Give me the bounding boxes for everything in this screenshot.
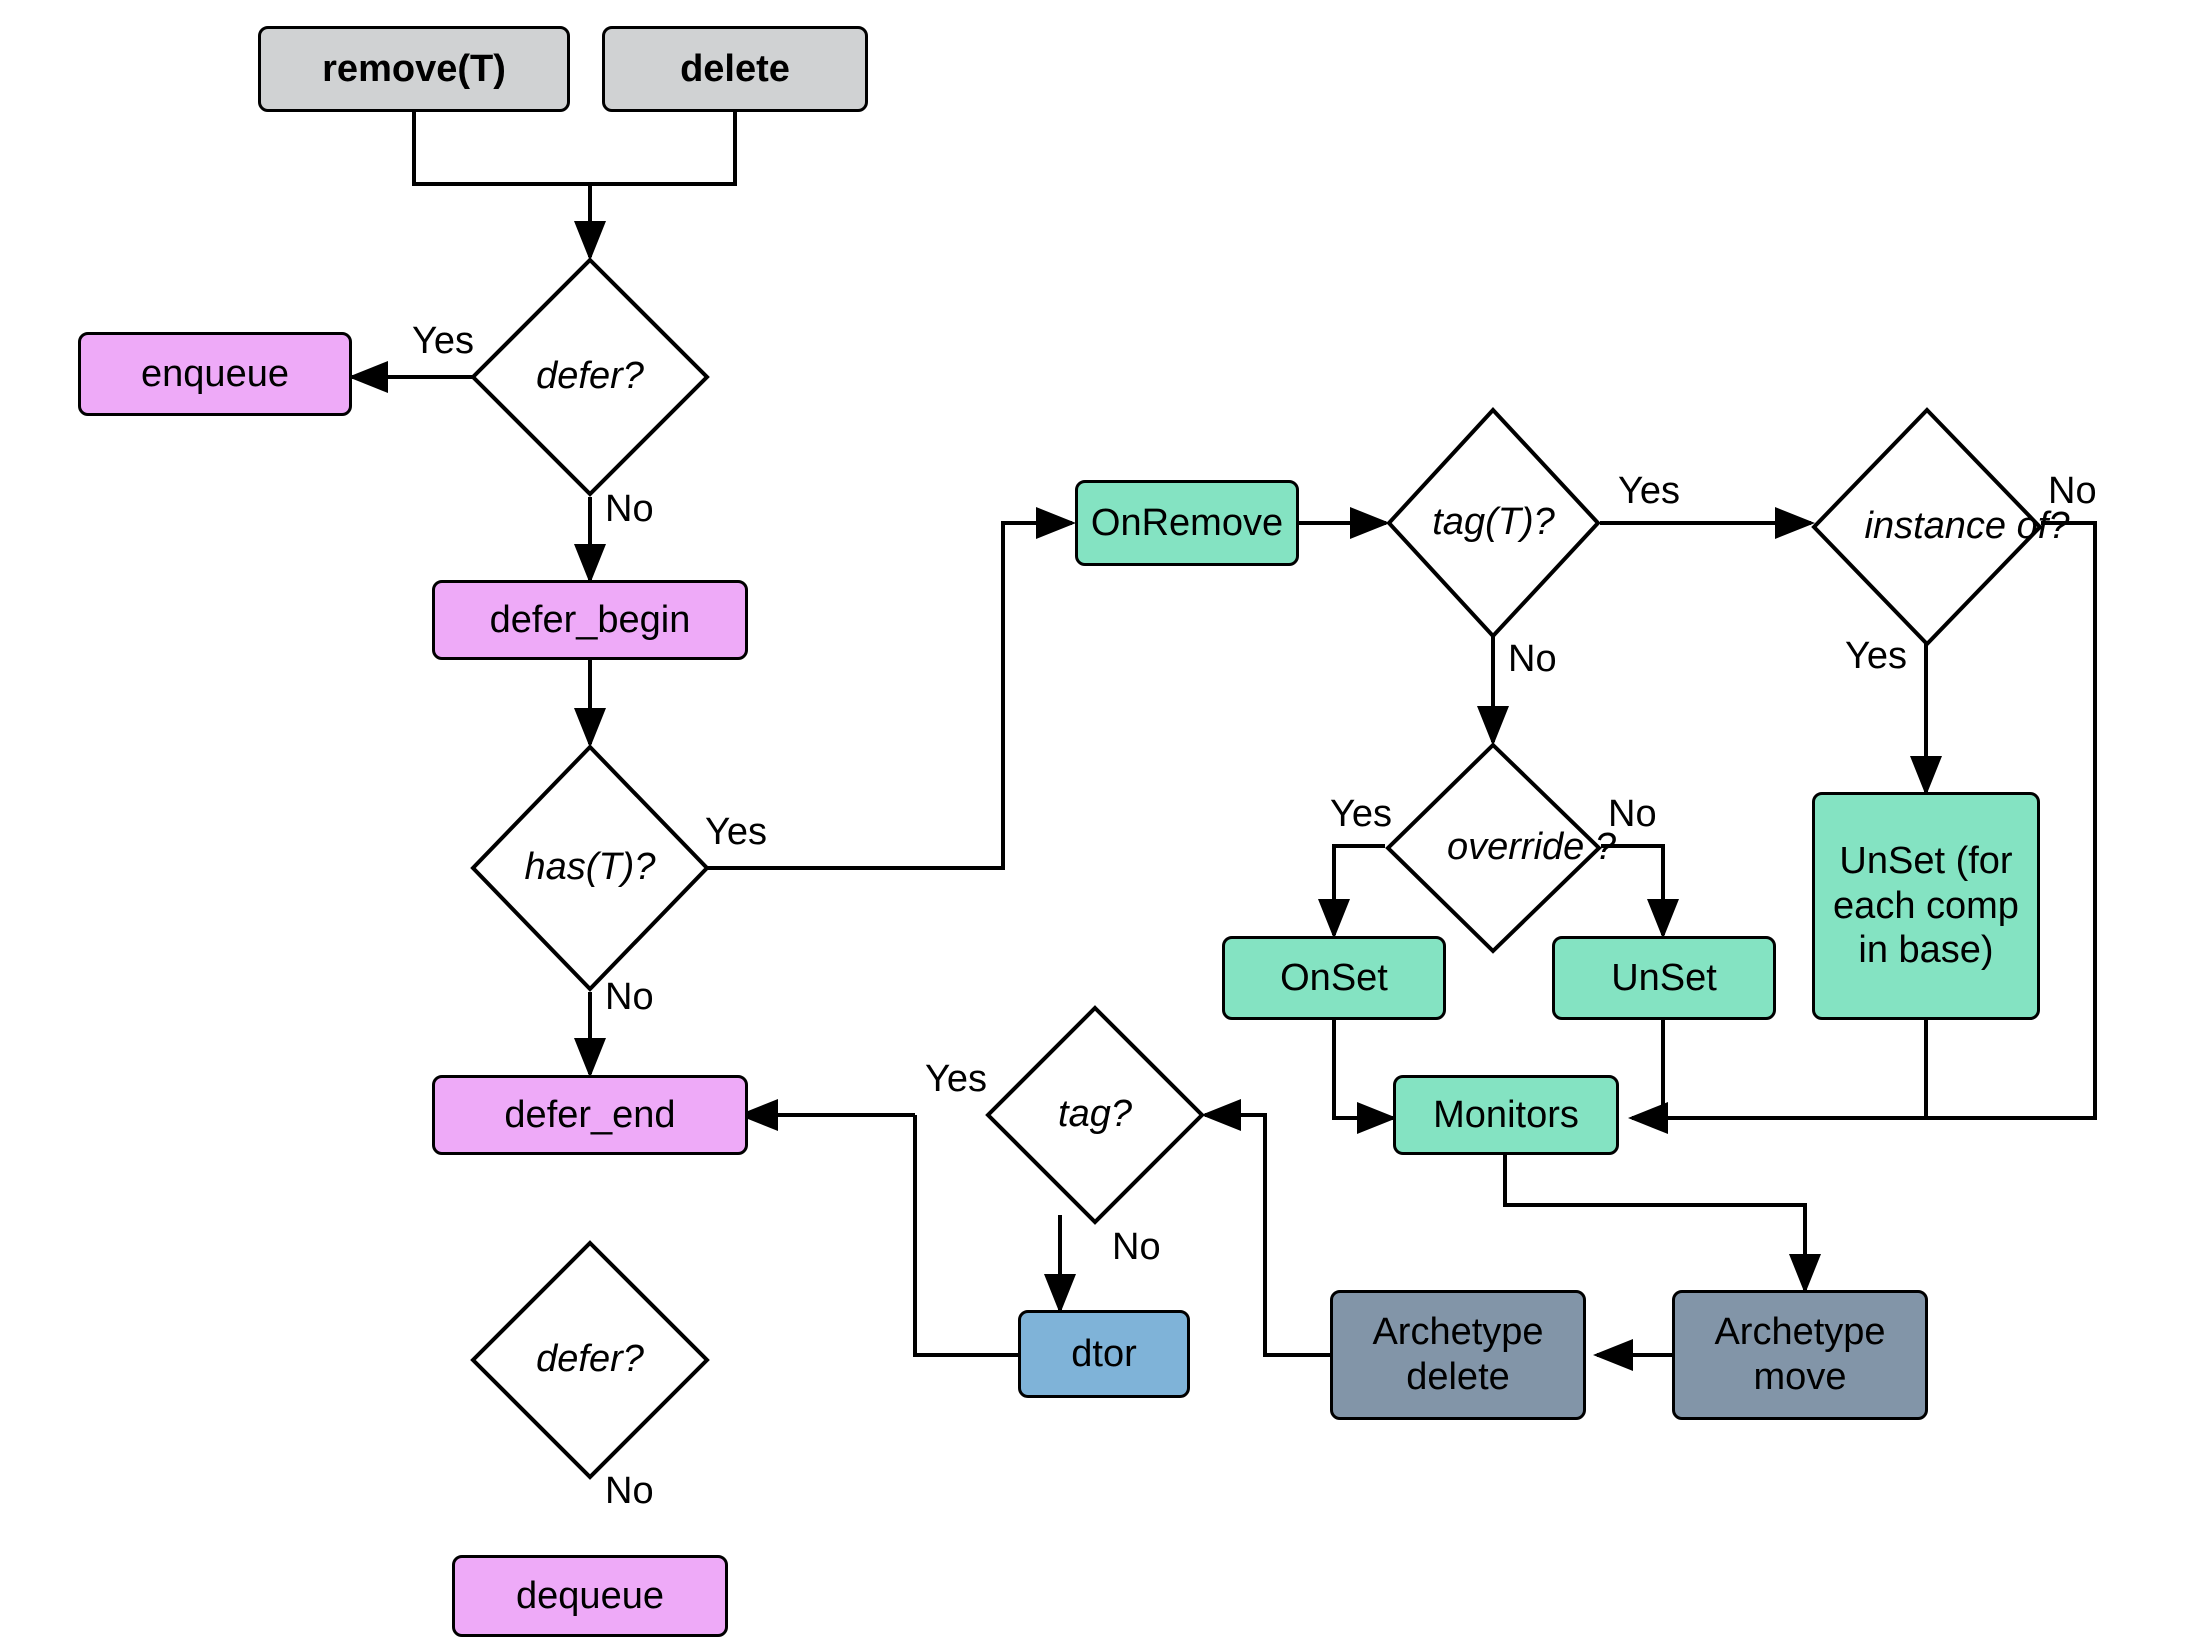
edge-label-tagq-yes: Yes — [925, 1058, 987, 1100]
decision-override[interactable]: override ? — [1385, 742, 1616, 954]
node-dequeue[interactable]: dequeue — [452, 1555, 728, 1637]
edge-label-hast-no: No — [605, 976, 654, 1018]
flowchart-canvas: remove(T) delete defer? enqueue defer_be… — [0, 0, 2198, 1648]
decision-tag-q-label: tag? — [1058, 1093, 1132, 1136]
edge-label-instance-yes: Yes — [1845, 635, 1907, 677]
edge-label-hast-yes: Yes — [705, 811, 767, 853]
edge-label-defer2-no: No — [605, 1470, 654, 1512]
node-unset[interactable]: UnSet — [1552, 936, 1776, 1020]
node-monitors[interactable]: Monitors — [1393, 1075, 1619, 1155]
node-defer-begin[interactable]: defer_begin — [432, 580, 748, 660]
node-dtor[interactable]: dtor — [1018, 1310, 1190, 1398]
node-defer-end[interactable]: defer_end — [432, 1075, 748, 1155]
edge-label-instance-no: No — [2048, 470, 2097, 512]
edge-label-defer1-no: No — [605, 488, 654, 530]
decision-defer-1-label: defer? — [536, 355, 644, 398]
decision-instance-of[interactable]: instance of? — [1811, 407, 2069, 647]
node-archetype-delete[interactable]: Archetype delete — [1330, 1290, 1586, 1420]
edge-label-tagq-no: No — [1112, 1226, 1161, 1268]
decision-has-t-label: has(T)? — [524, 846, 656, 889]
edge-label-override-yes: Yes — [1330, 793, 1392, 835]
decision-defer-2-label: defer? — [536, 1338, 644, 1381]
node-delete[interactable]: delete — [602, 26, 868, 112]
node-remove[interactable]: remove(T) — [258, 26, 570, 112]
node-onset[interactable]: OnSet — [1222, 936, 1446, 1020]
decision-instance-of-label: instance of? — [1864, 505, 2070, 548]
decision-tag-q[interactable]: tag? — [985, 1005, 1205, 1225]
edge-label-tagt-no: No — [1508, 638, 1557, 680]
decision-defer-2[interactable]: defer? — [470, 1240, 710, 1480]
edge-label-tagt-yes: Yes — [1618, 470, 1680, 512]
node-archetype-move[interactable]: Archetype move — [1672, 1290, 1928, 1420]
decision-has-t[interactable]: has(T)? — [470, 744, 710, 992]
decision-override-label: override ? — [1447, 826, 1616, 869]
edge-label-override-no: No — [1608, 793, 1657, 835]
node-onremove[interactable]: OnRemove — [1075, 480, 1299, 566]
decision-tag-t-label: tag(T)? — [1432, 501, 1555, 544]
decision-defer-1[interactable]: defer? — [470, 257, 710, 497]
node-enqueue[interactable]: enqueue — [78, 332, 352, 416]
decision-tag-t[interactable]: tag(T)? — [1386, 407, 1601, 639]
node-unset-base[interactable]: UnSet (for each comp in base) — [1812, 792, 2040, 1020]
edge-label-defer1-yes: Yes — [412, 320, 474, 362]
